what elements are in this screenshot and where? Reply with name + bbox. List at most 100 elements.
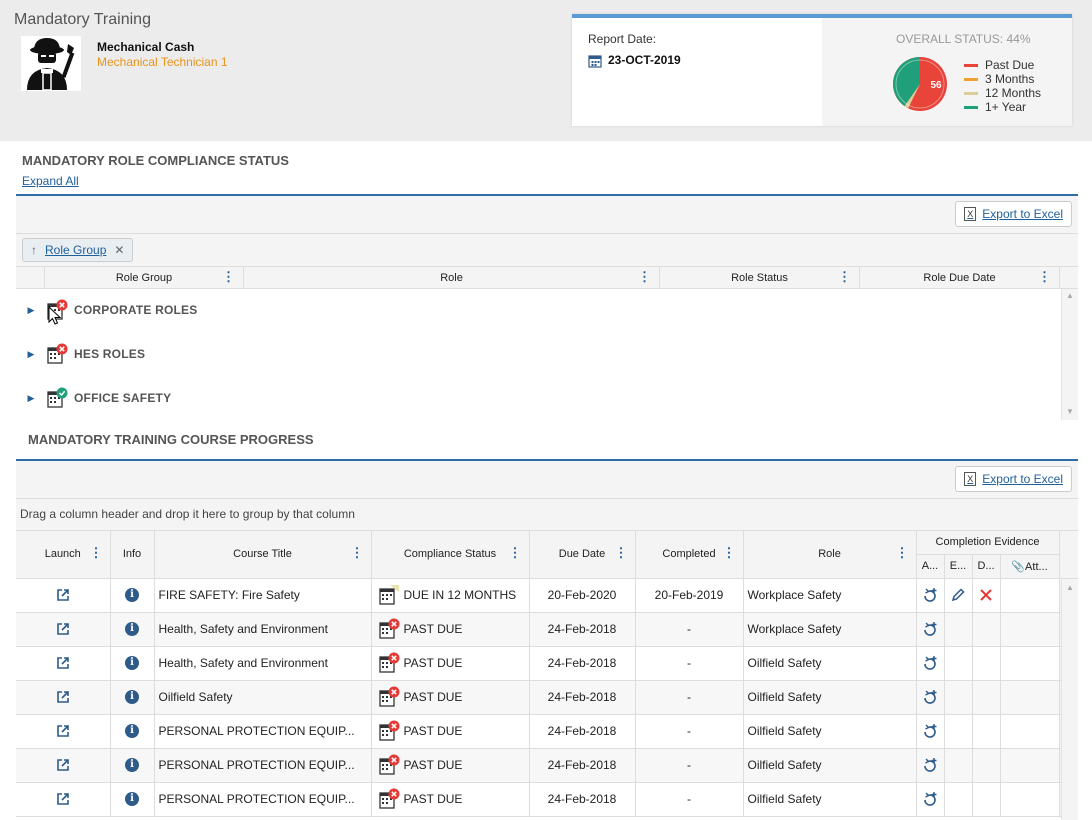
group-drop-zone[interactable]: Drag a column header and drop it here to…: [16, 499, 1078, 531]
add-evidence-icon[interactable]: [922, 587, 938, 603]
info-cell[interactable]: i: [110, 578, 155, 613]
column-menu-icon[interactable]: ⋮: [509, 545, 522, 561]
course-row[interactable]: i Health, Safety and Environment PAST DUE 2…: [16, 646, 1079, 681]
col-header-ev-a[interactable]: A...: [916, 554, 945, 579]
col-header-role-due-date[interactable]: Role Due Date ⋮: [859, 267, 1059, 288]
info-cell[interactable]: i: [110, 646, 155, 681]
course-row[interactable]: i Health, Safety and Environment PAST DUE 2…: [16, 612, 1079, 647]
remove-group-icon[interactable]: ✕: [114, 243, 124, 257]
course-row[interactable]: i PERSONAL PROTECTION EQUIP... PAST DUE 24-…: [16, 714, 1079, 749]
expand-all-link[interactable]: Expand All: [22, 174, 79, 188]
add-evidence-icon[interactable]: [922, 791, 938, 807]
course-grid-scrollbar[interactable]: ▲: [1061, 579, 1078, 820]
sort-up-icon[interactable]: ↑: [31, 243, 37, 257]
launch-icon[interactable]: [56, 690, 70, 704]
col-header-launch[interactable]: Launch ⋮: [16, 531, 111, 579]
col-header-course-title[interactable]: Course Title ⋮: [154, 531, 372, 579]
add-evidence-icon[interactable]: [922, 723, 938, 739]
launch-icon[interactable]: [56, 622, 70, 636]
launch-icon[interactable]: [56, 724, 70, 738]
ev-add-cell[interactable]: [916, 714, 945, 749]
launch-cell[interactable]: [16, 714, 111, 749]
col-header-role[interactable]: Role ⋮: [243, 267, 659, 288]
col-header-info[interactable]: Info: [110, 531, 155, 579]
role-group-row[interactable]: ▶ OFFICE SAFETY: [16, 383, 171, 413]
column-menu-icon[interactable]: ⋮: [896, 545, 909, 561]
course-export-excel-button[interactable]: X Export to Excel: [955, 466, 1072, 492]
add-evidence-icon[interactable]: [922, 757, 938, 773]
ev-add-cell[interactable]: [916, 680, 945, 715]
info-icon[interactable]: i: [125, 690, 139, 704]
column-menu-icon[interactable]: ⋮: [838, 270, 851, 284]
launch-icon[interactable]: [56, 656, 70, 670]
launch-cell[interactable]: [16, 748, 111, 783]
info-icon[interactable]: i: [125, 622, 139, 636]
column-menu-icon[interactable]: ⋮: [351, 545, 364, 561]
scroll-up-icon[interactable]: ▲: [1066, 583, 1074, 592]
ev-delete-cell: [972, 612, 1001, 647]
course-row[interactable]: i FIRE SAFETY: Fire Safety DUE IN 12 MONTH…: [16, 578, 1079, 613]
role-group-row[interactable]: ▶ HES ROLES: [16, 339, 145, 369]
launch-cell[interactable]: [16, 612, 111, 647]
ev-add-cell[interactable]: [916, 612, 945, 647]
column-menu-icon[interactable]: ⋮: [723, 545, 736, 561]
role-group-row[interactable]: ▶ CORPORATE ROLES: [16, 295, 197, 325]
launch-icon[interactable]: [56, 588, 70, 602]
add-evidence-icon[interactable]: [922, 689, 938, 705]
info-icon[interactable]: i: [125, 724, 139, 738]
launch-icon[interactable]: [56, 758, 70, 772]
col-header-compliance-status[interactable]: Compliance Status ⋮: [371, 531, 530, 579]
info-icon[interactable]: i: [125, 792, 139, 806]
ev-add-cell[interactable]: [916, 578, 945, 613]
info-icon[interactable]: i: [125, 656, 139, 670]
info-cell[interactable]: i: [110, 782, 155, 817]
course-row[interactable]: i PERSONAL PROTECTION EQUIP... PAST DUE 24-…: [16, 748, 1079, 783]
col-header-ev-e[interactable]: E...: [944, 554, 973, 579]
col-header-role[interactable]: Role ⋮: [743, 531, 917, 579]
expand-caret-icon[interactable]: ▶: [16, 393, 46, 404]
scroll-down-icon[interactable]: ▼: [1066, 407, 1074, 416]
launch-cell[interactable]: [16, 646, 111, 681]
ev-delete-cell[interactable]: [972, 578, 1001, 613]
col-header-role-status[interactable]: Role Status ⋮: [659, 267, 859, 288]
col-header-role-group[interactable]: Role Group ⋮: [44, 267, 243, 288]
compliance-status-cell: PAST DUE: [371, 782, 530, 817]
col-header-completed[interactable]: Completed ⋮: [635, 531, 744, 579]
ev-add-cell[interactable]: [916, 782, 945, 817]
expand-caret-icon[interactable]: ▶: [16, 305, 46, 316]
add-evidence-icon[interactable]: [922, 621, 938, 637]
column-menu-icon[interactable]: ⋮: [90, 545, 103, 561]
role-group-chip[interactable]: ↑ Role Group ✕: [22, 238, 134, 262]
course-row[interactable]: i PERSONAL PROTECTION EQUIP... PAST DUE 24-…: [16, 782, 1079, 817]
info-cell[interactable]: i: [110, 748, 155, 783]
ev-add-cell[interactable]: [916, 646, 945, 681]
info-cell[interactable]: i: [110, 714, 155, 749]
ev-add-cell[interactable]: [916, 748, 945, 783]
info-icon[interactable]: i: [125, 588, 139, 602]
info-cell[interactable]: i: [110, 612, 155, 647]
launch-cell[interactable]: [16, 680, 111, 715]
ev-edit-cell[interactable]: [944, 578, 973, 613]
course-row[interactable]: i Oilfield Safety PAST DUE 24-Feb-2018- Oilf…: [16, 680, 1079, 715]
launch-cell[interactable]: [16, 782, 111, 817]
launch-cell[interactable]: [16, 578, 111, 613]
launch-icon[interactable]: [56, 792, 70, 806]
column-menu-icon[interactable]: ⋮: [615, 545, 628, 561]
col-header-due-date[interactable]: Due Date ⋮: [529, 531, 636, 579]
col-header-ev-d[interactable]: D...: [972, 554, 1001, 579]
column-menu-icon[interactable]: ⋮: [222, 270, 235, 284]
info-cell[interactable]: i: [110, 680, 155, 715]
role-export-excel-button[interactable]: X Export to Excel: [955, 201, 1072, 227]
course-title-cell: PERSONAL PROTECTION EQUIP...: [154, 714, 372, 749]
edit-pencil-icon[interactable]: [950, 587, 966, 603]
add-evidence-icon[interactable]: [922, 655, 938, 671]
expand-caret-icon[interactable]: ▶: [16, 349, 46, 360]
role-grid-scrollbar[interactable]: ▲ ▼: [1061, 289, 1078, 420]
report-date-label: Report Date:: [588, 32, 657, 46]
col-header-ev-att[interactable]: 📎Att...: [1000, 554, 1060, 579]
info-icon[interactable]: i: [125, 758, 139, 772]
delete-x-icon[interactable]: [978, 587, 994, 603]
column-menu-icon[interactable]: ⋮: [638, 270, 651, 284]
scroll-up-icon[interactable]: ▲: [1066, 291, 1074, 300]
column-menu-icon[interactable]: ⋮: [1038, 270, 1051, 284]
